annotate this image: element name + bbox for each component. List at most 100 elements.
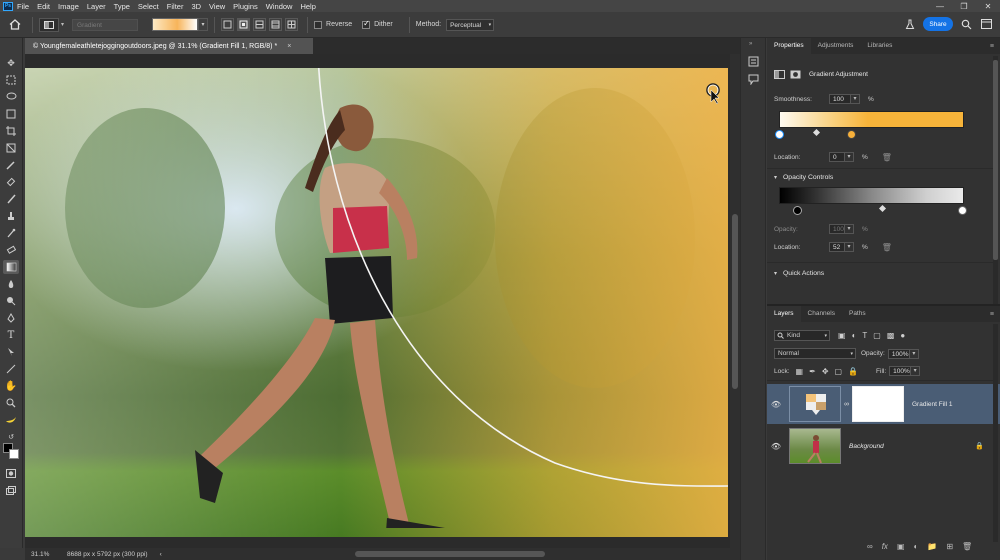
gradient-picker-dropdown[interactable]: ▾ [198, 18, 209, 31]
restore-button[interactable]: ❐ [952, 0, 976, 12]
opacity-input[interactable]: 100 [829, 224, 845, 234]
diamond-gradient-button[interactable] [285, 18, 299, 31]
shape-filter-icon[interactable]: ▢ [873, 331, 881, 340]
gradient-swatch[interactable] [152, 18, 199, 31]
visibility-eye-icon[interactable]: 👁 [767, 442, 785, 451]
dither-option[interactable]: Dither [362, 19, 393, 29]
layer-name[interactable]: Background [849, 443, 884, 450]
link-layers-icon[interactable]: ∞ [867, 542, 873, 551]
menu-file[interactable]: File [17, 2, 29, 11]
banana-icon[interactable] [3, 412, 19, 426]
color-location-input[interactable]: 0 [829, 152, 845, 162]
smoothness-input[interactable]: 100 [829, 94, 851, 104]
angle-gradient-button[interactable] [253, 18, 267, 31]
dither-checkbox[interactable] [362, 19, 371, 29]
filter-toggle-icon[interactable]: ● [900, 331, 905, 340]
gradient-fill-thumbnail[interactable] [789, 386, 841, 422]
lasso-tool-icon[interactable] [3, 90, 19, 104]
fx-icon[interactable]: fx [882, 542, 888, 551]
hand-tool-icon[interactable]: ✋ [3, 379, 19, 393]
opacity-location-input[interactable]: 52 [829, 242, 845, 252]
healing-brush-tool-icon[interactable] [3, 175, 19, 189]
lock-artboard-icon[interactable]: ▢ [835, 367, 843, 376]
layer-row-gradient-fill[interactable]: 👁 ∞ Gradient Fill 1 [767, 384, 1000, 424]
color-gradient-bar[interactable] [779, 111, 964, 128]
screen-mode-icon[interactable] [3, 483, 19, 497]
menu-image[interactable]: Image [58, 2, 79, 11]
object-selection-tool-icon[interactable] [3, 107, 19, 121]
add-mask-icon[interactable]: ▣ [897, 542, 905, 551]
frame-tool-icon[interactable] [3, 141, 19, 155]
method-select[interactable]: Perceptual ▾ [446, 18, 495, 31]
quick-actions-header[interactable]: ▾ Quick Actions [774, 270, 824, 277]
menu-help[interactable]: Help [300, 2, 315, 11]
layer-opacity-input[interactable]: 100% [887, 348, 910, 359]
tab-properties[interactable]: Properties [767, 38, 811, 54]
opacity-gradient-bar[interactable] [779, 187, 964, 204]
gradient-preset-field[interactable]: Gradient [72, 18, 139, 31]
vertical-scrollbar[interactable] [730, 54, 740, 548]
document-canvas[interactable] [25, 68, 728, 537]
color-stop-white[interactable] [775, 130, 784, 139]
chevron-down-icon[interactable]: ▾ [845, 152, 854, 162]
lock-position-icon[interactable]: ✥ [822, 367, 829, 376]
chevron-down-icon[interactable]: ▾ [909, 348, 919, 359]
background-thumbnail[interactable] [789, 428, 841, 464]
color-stop-orange[interactable] [847, 130, 856, 139]
tab-paths[interactable]: Paths [842, 306, 873, 322]
chevron-down-icon[interactable]: ▾ [845, 242, 854, 252]
doc-info[interactable]: 8688 px x 5792 px (300 ppi) [67, 551, 148, 558]
opacity-stop-black[interactable] [793, 206, 802, 215]
chevron-down-icon[interactable]: ▾ [911, 366, 921, 376]
line-tool-icon[interactable] [3, 362, 19, 376]
color-midpoint[interactable] [812, 128, 821, 137]
opacity-midpoint[interactable] [878, 204, 887, 213]
tool-preset-picker[interactable] [39, 17, 59, 32]
delete-stop-icon[interactable]: 🗑 [882, 243, 892, 252]
menu-filter[interactable]: Filter [167, 2, 184, 11]
home-icon[interactable] [4, 15, 26, 35]
radial-gradient-button[interactable] [237, 18, 251, 31]
blend-mode-select[interactable]: Normal ▾ [774, 348, 856, 359]
gradient-tool-icon[interactable] [3, 260, 19, 274]
menu-view[interactable]: View [209, 2, 225, 11]
new-group-icon[interactable]: 📁 [927, 542, 937, 551]
menu-type[interactable]: Type [114, 2, 130, 11]
new-layer-icon[interactable]: ⊞ [946, 542, 953, 551]
eyedropper-tool-icon[interactable] [3, 158, 19, 172]
smart-object-filter-icon[interactable]: ▩ [887, 331, 895, 340]
layer-row-background[interactable]: 👁 Background 🔒 [767, 426, 1000, 466]
adjustment-layer-icon[interactable]: ◐ [914, 542, 919, 551]
layer-name[interactable]: Gradient Fill 1 [912, 401, 952, 408]
menu-select[interactable]: Select [138, 2, 159, 11]
properties-scroll-thumb[interactable] [993, 60, 998, 260]
chevron-down-icon[interactable]: ▾ [845, 224, 854, 234]
path-selection-tool-icon[interactable] [3, 345, 19, 359]
tab-libraries[interactable]: Libraries [860, 38, 899, 54]
delete-stop-icon[interactable]: 🗑 [882, 153, 892, 162]
opacity-controls-header[interactable]: ▾ Opacity Controls [774, 174, 833, 181]
adjustment-filter-icon[interactable]: ◐ [852, 331, 857, 340]
properties-scrollbar[interactable] [993, 56, 998, 306]
blur-tool-icon[interactable] [3, 277, 19, 291]
search-icon[interactable] [961, 19, 972, 30]
chevron-down-icon[interactable]: ▾ [851, 94, 860, 104]
history-panel-icon[interactable] [748, 56, 759, 69]
close-tab-icon[interactable]: × [287, 43, 291, 50]
link-icon[interactable]: ∞ [844, 401, 849, 408]
reflected-gradient-button[interactable] [269, 18, 283, 31]
horizontal-scroll-thumb[interactable] [355, 551, 545, 557]
vertical-scroll-thumb[interactable] [732, 214, 738, 389]
minimize-button[interactable]: — [928, 0, 952, 12]
tab-adjustments[interactable]: Adjustments [811, 38, 861, 54]
menu-edit[interactable]: Edit [37, 2, 50, 11]
zoom-level[interactable]: 31.1% [31, 551, 67, 558]
close-window-button[interactable]: ✕ [976, 0, 1000, 12]
pen-tool-icon[interactable] [3, 311, 19, 325]
opacity-stop-white[interactable] [958, 206, 967, 215]
background-color-swatch[interactable] [9, 449, 19, 459]
type-tool-icon[interactable]: T [3, 328, 19, 342]
lock-transparent-icon[interactable]: ▦ [796, 367, 804, 376]
visibility-eye-icon[interactable]: 👁 [767, 400, 785, 409]
type-filter-icon[interactable]: T [862, 331, 867, 340]
